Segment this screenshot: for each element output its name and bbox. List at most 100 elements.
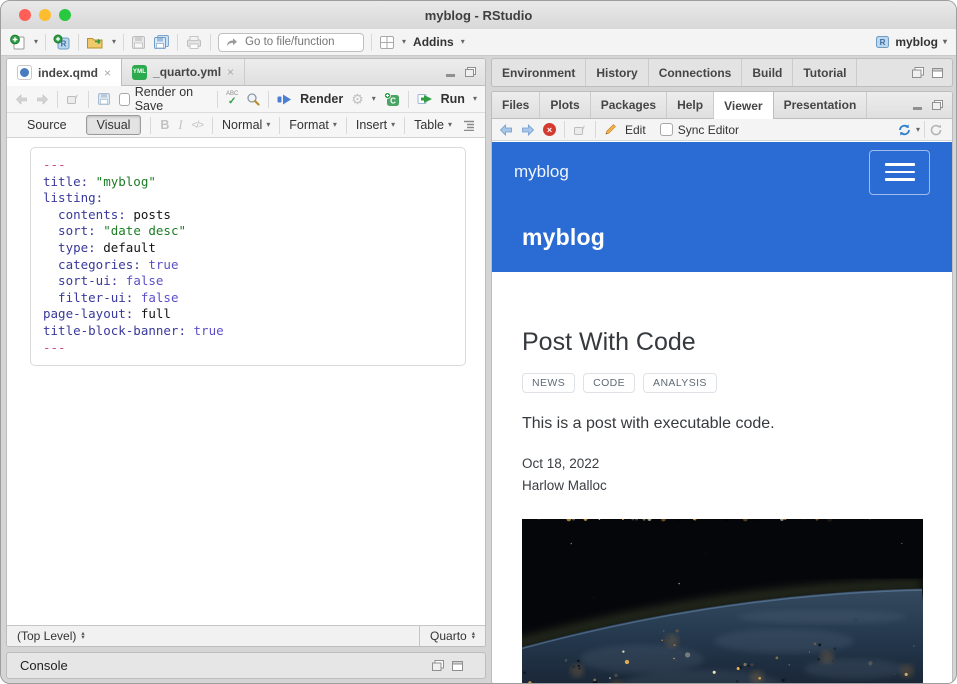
format-menu-dropdown[interactable]: Format ▾	[289, 118, 337, 132]
quarto-doc-icon	[17, 65, 32, 80]
render-on-save-label: Render on Save	[135, 85, 209, 113]
run-caret-icon[interactable]: ▾	[473, 95, 477, 103]
filetype-sorter-icon: ▴▾	[472, 632, 475, 641]
popout-icon[interactable]	[573, 124, 587, 136]
restore-pane-icon[interactable]	[464, 66, 477, 78]
insert-chunk-icon[interactable]: C	[384, 92, 400, 107]
paragraph-style-dropdown[interactable]: Normal ▾	[222, 118, 270, 132]
tab-files[interactable]: Files	[492, 92, 540, 118]
insert-menu-dropdown[interactable]: Insert ▾	[356, 118, 395, 132]
open-file-caret-icon[interactable]: ▾	[112, 38, 116, 46]
print-icon[interactable]	[185, 35, 203, 50]
render-on-save-checkbox[interactable]: Render on Save	[119, 85, 210, 113]
outline-icon[interactable]	[461, 120, 475, 131]
tab-help[interactable]: Help	[667, 92, 714, 118]
italic-button[interactable]: I	[178, 118, 182, 133]
tab-tutorial[interactable]: Tutorial	[793, 59, 857, 86]
toolbar-separator	[177, 34, 178, 51]
tab-build[interactable]: Build	[742, 59, 793, 86]
visual-mode-button[interactable]: Visual	[86, 115, 142, 135]
tab-connections[interactable]: Connections	[649, 59, 743, 86]
yaml-frontmatter-block[interactable]: ---title: "myblog"listing: contents: pos…	[30, 147, 466, 366]
tab-viewer[interactable]: Viewer	[714, 92, 773, 119]
new-file-caret-icon[interactable]: ▾	[34, 38, 38, 46]
project-menu[interactable]: R myblog ▾	[875, 35, 947, 49]
gear-icon[interactable]: ⚙	[351, 91, 364, 108]
find-icon[interactable]	[246, 92, 260, 106]
hamburger-menu-button[interactable]	[869, 150, 930, 195]
restore-pane-icon[interactable]	[931, 99, 944, 111]
inline-code-button[interactable]: </>	[192, 120, 203, 131]
render-options-caret-icon[interactable]: ▾	[372, 95, 376, 103]
refresh-icon[interactable]	[929, 123, 943, 137]
minimize-pane-icon[interactable]	[912, 100, 925, 111]
checkbox-icon[interactable]	[119, 93, 130, 106]
save-all-icon[interactable]	[153, 34, 170, 50]
source-mode-button[interactable]: Source	[17, 116, 77, 134]
category-badge[interactable]: ANALYSIS	[643, 373, 717, 393]
filetype-selector[interactable]: Quarto ▴▾	[419, 626, 485, 646]
spellcheck-icon[interactable]: ABC ✓	[226, 91, 238, 107]
edit-button[interactable]: Edit	[625, 123, 646, 137]
scope-selector[interactable]: (Top Level) ▴▾	[7, 629, 419, 643]
title-bar: myblog - RStudio	[1, 1, 956, 29]
open-file-icon[interactable]	[86, 34, 105, 50]
run-icon	[417, 93, 433, 105]
edit-pencil-icon[interactable]	[604, 123, 617, 136]
bold-button[interactable]: B	[160, 118, 169, 132]
goto-file-input[interactable]	[243, 35, 357, 49]
maximize-pane-icon[interactable]	[451, 660, 464, 672]
tab-presentation[interactable]: Presentation	[774, 92, 868, 118]
viewer-forward-icon[interactable]	[521, 124, 535, 136]
site-brand-link[interactable]: myblog	[514, 162, 569, 182]
sync-publish-icon[interactable]	[897, 123, 912, 137]
tab-packages[interactable]: Packages	[591, 92, 667, 118]
post-author: Harlow Malloc	[522, 475, 922, 497]
restore-pane-icon[interactable]	[431, 659, 445, 672]
post-title-link[interactable]: Post With Code	[522, 328, 922, 357]
viewer-back-icon[interactable]	[499, 124, 513, 136]
sync-editor-checkbox[interactable]: Sync Editor	[660, 123, 739, 137]
category-badge[interactable]: CODE	[583, 373, 635, 393]
tab-plots[interactable]: Plots	[540, 92, 590, 118]
tab-index-qmd[interactable]: index.qmd ×	[7, 59, 122, 86]
tab-quarto-yml[interactable]: YML _quarto.yml ×	[122, 59, 245, 85]
chevron-down-icon: ▾	[391, 121, 395, 129]
stop-icon[interactable]: ×	[543, 123, 556, 136]
post-date: Oct 18, 2022	[522, 453, 922, 475]
restore-pane-icon[interactable]	[911, 66, 925, 79]
new-project-icon[interactable]: R	[53, 34, 71, 51]
category-badges: NEWS CODE ANALYSIS	[522, 373, 922, 393]
earth-at-night-photo[interactable]	[522, 519, 923, 683]
run-button[interactable]: Run	[441, 92, 465, 106]
toolbar-separator	[279, 117, 280, 134]
popout-icon[interactable]	[66, 93, 80, 105]
save-doc-icon[interactable]	[97, 92, 111, 106]
forward-icon[interactable]	[36, 94, 49, 105]
save-icon[interactable]	[131, 35, 146, 50]
minimize-pane-icon[interactable]	[445, 67, 458, 78]
editor-canvas[interactable]: ---title: "myblog"listing: contents: pos…	[7, 141, 485, 625]
svg-text:C: C	[390, 96, 396, 105]
category-badge[interactable]: NEWS	[522, 373, 575, 393]
goto-file-search[interactable]	[218, 33, 364, 52]
close-tab-icon[interactable]: ×	[227, 65, 234, 79]
new-file-icon[interactable]	[10, 34, 27, 51]
table-menu-dropdown[interactable]: Table ▾	[414, 118, 452, 132]
render-button[interactable]: Render	[300, 92, 343, 106]
pane-layout-icon[interactable]	[379, 35, 395, 50]
addins-button[interactable]: Addins	[413, 35, 454, 49]
maximize-pane-icon[interactable]	[931, 67, 944, 79]
sync-caret-icon[interactable]: ▾	[916, 126, 920, 134]
back-icon[interactable]	[15, 94, 28, 105]
tab-environment[interactable]: Environment	[492, 59, 586, 86]
pane-layout-caret-icon[interactable]: ▾	[402, 38, 406, 46]
tab-history[interactable]: History	[586, 59, 648, 86]
editor-status-bar: (Top Level) ▴▾ Quarto ▴▾	[7, 625, 485, 646]
yml-doc-icon: YML	[132, 65, 147, 80]
addins-caret-icon[interactable]: ▾	[461, 38, 465, 46]
close-tab-icon[interactable]: ×	[104, 66, 111, 80]
rstudio-window: myblog - RStudio ▾ R ▾	[0, 0, 957, 684]
checkbox-icon[interactable]	[660, 123, 673, 136]
project-caret-icon: ▾	[943, 38, 947, 46]
